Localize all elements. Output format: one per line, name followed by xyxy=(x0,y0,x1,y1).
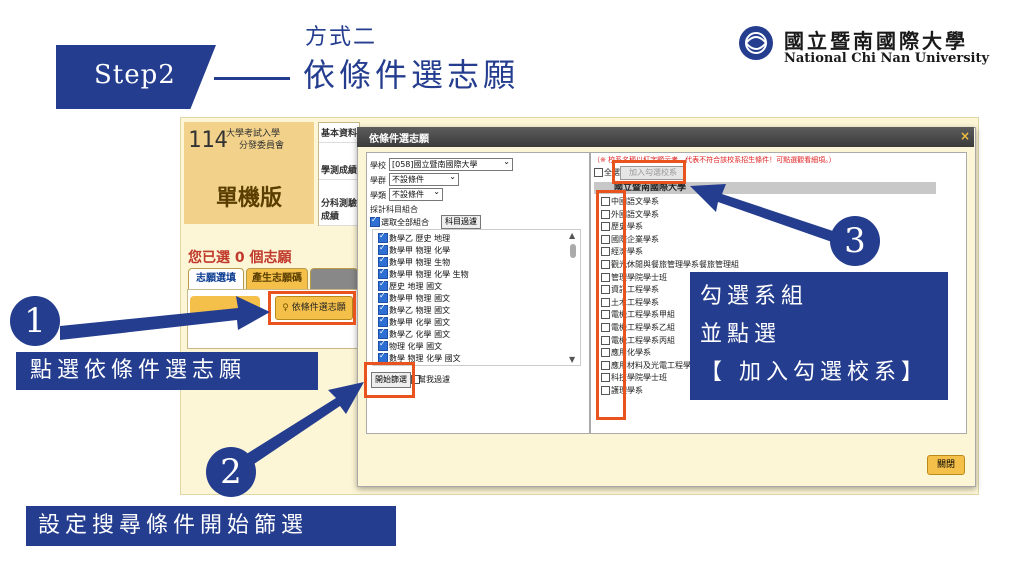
step-number-2: 2 xyxy=(206,447,256,497)
step-number-3: 3 xyxy=(830,216,880,266)
note-set-criteria: 設定搜尋條件開始篩選 xyxy=(26,506,396,546)
note3-line3: 【 加入勾選校系】 xyxy=(700,360,928,385)
note3-line2: 並點選 xyxy=(700,322,782,347)
note-select-departments: 勾選系組 並點選 【 加入勾選校系】 xyxy=(690,272,948,400)
note-click-criteria: 點選依條件選志願 xyxy=(16,352,318,390)
note3-line1: 勾選系組 xyxy=(700,284,809,309)
step-number-1: 1 xyxy=(10,296,60,346)
